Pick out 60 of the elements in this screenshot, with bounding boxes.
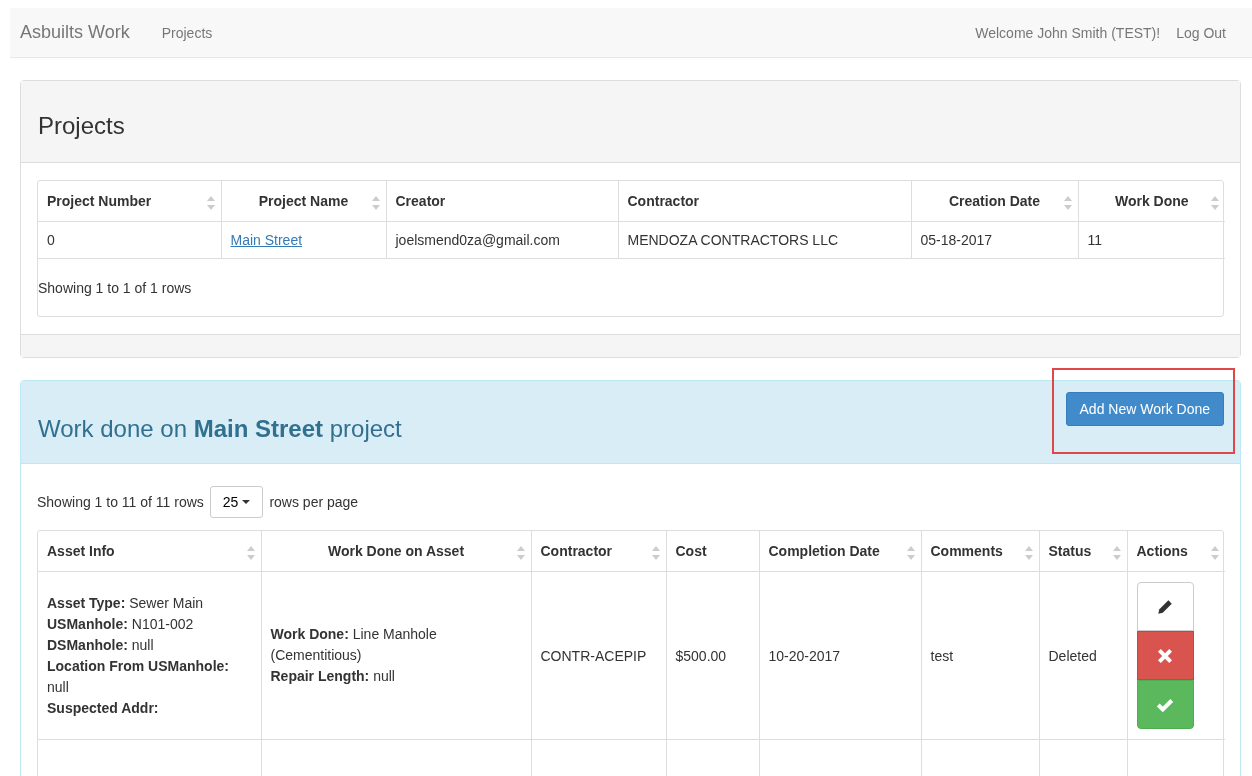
column-header[interactable]: Cost: [675, 543, 707, 559]
asset-info-line: Asset Type: Sewer Main: [47, 593, 205, 613]
panel-title: Projects: [38, 111, 125, 140]
delete-button[interactable]: [1136, 631, 1194, 680]
column-header[interactable]: Contractor: [627, 193, 700, 209]
column-header[interactable]: Creation Date: [949, 193, 1040, 209]
asset-info-line: USManhole: N101-002: [47, 614, 195, 634]
add-work-button[interactable]: Add New Work Done: [1065, 392, 1224, 426]
sort-icon[interactable]: [1112, 546, 1121, 560]
asset-info-line: Location From USManhole: null: [47, 656, 230, 697]
caret-icon: [242, 500, 251, 504]
column-header[interactable]: Completion Date: [768, 543, 880, 559]
project-link[interactable]: Main Street: [230, 232, 303, 248]
page-size-dropdown[interactable]: 25: [209, 486, 264, 518]
close-icon: [1156, 646, 1174, 665]
table-cell: 10-20-2017: [768, 647, 841, 664]
sort-icon[interactable]: [371, 196, 380, 210]
table-cell: Deleted: [1048, 647, 1097, 664]
column-header[interactable]: Project Name: [258, 193, 349, 209]
sort-icon[interactable]: [1063, 196, 1072, 210]
column-header[interactable]: Asset Info: [47, 543, 115, 559]
work-done-line: Repair Length: null: [270, 667, 396, 686]
column-header[interactable]: Project Number: [47, 193, 152, 209]
table-cell: MENDOZA CONTRACTORS LLC: [627, 232, 839, 248]
sort-icon[interactable]: [516, 546, 525, 560]
sort-icon[interactable]: [246, 546, 255, 560]
sort-icon[interactable]: [651, 546, 660, 560]
table-cell: $500.00: [675, 647, 727, 664]
table-cell: 0: [47, 232, 55, 248]
column-header[interactable]: Contractor: [540, 543, 613, 559]
sort-icon[interactable]: [1211, 546, 1219, 560]
rows-per-page-label: rows per page: [269, 494, 359, 510]
rows-summary: Showing 1 to 11 of 11 rows: [37, 494, 204, 510]
panel-title: Work done on Main Street project: [38, 415, 402, 443]
approve-button[interactable]: [1136, 680, 1194, 729]
sort-icon[interactable]: [206, 196, 215, 210]
table-cell: joelsmend0za@gmail.com: [395, 232, 560, 248]
column-header[interactable]: Work Done: [1114, 193, 1189, 209]
column-header[interactable]: Actions: [1136, 543, 1188, 559]
table-cell: CONTR-ACEPIP: [540, 647, 647, 664]
brand-link[interactable]: Asbuilts Work: [20, 22, 130, 43]
asset-info-line: DSManhole: null: [47, 635, 155, 655]
table-cell: 11: [1087, 232, 1103, 248]
sort-icon[interactable]: [1211, 196, 1219, 210]
column-header[interactable]: Work Done on Asset: [327, 543, 465, 559]
rows-summary: Showing 1 to 1 of 1 rows: [38, 280, 192, 296]
pencil-icon: [1156, 597, 1174, 616]
sort-icon[interactable]: [906, 546, 915, 560]
logout-link[interactable]: Log Out: [1176, 24, 1226, 41]
column-header[interactable]: Creator: [395, 193, 446, 209]
column-header[interactable]: Comments: [930, 543, 1003, 559]
work-done-line: Work Done: Line Manhole (Cementitious): [270, 625, 438, 665]
table-cell: test: [930, 647, 954, 664]
asset-info-line: Suspected Addr:: [47, 698, 160, 718]
welcome-text: Welcome John Smith (TEST)!: [975, 24, 1161, 41]
column-header[interactable]: Status: [1048, 543, 1092, 559]
sort-icon[interactable]: [1024, 546, 1033, 560]
edit-button[interactable]: [1136, 582, 1194, 631]
nav-link[interactable]: Projects: [161, 24, 213, 41]
table-cell: 05-18-2017: [920, 232, 993, 248]
